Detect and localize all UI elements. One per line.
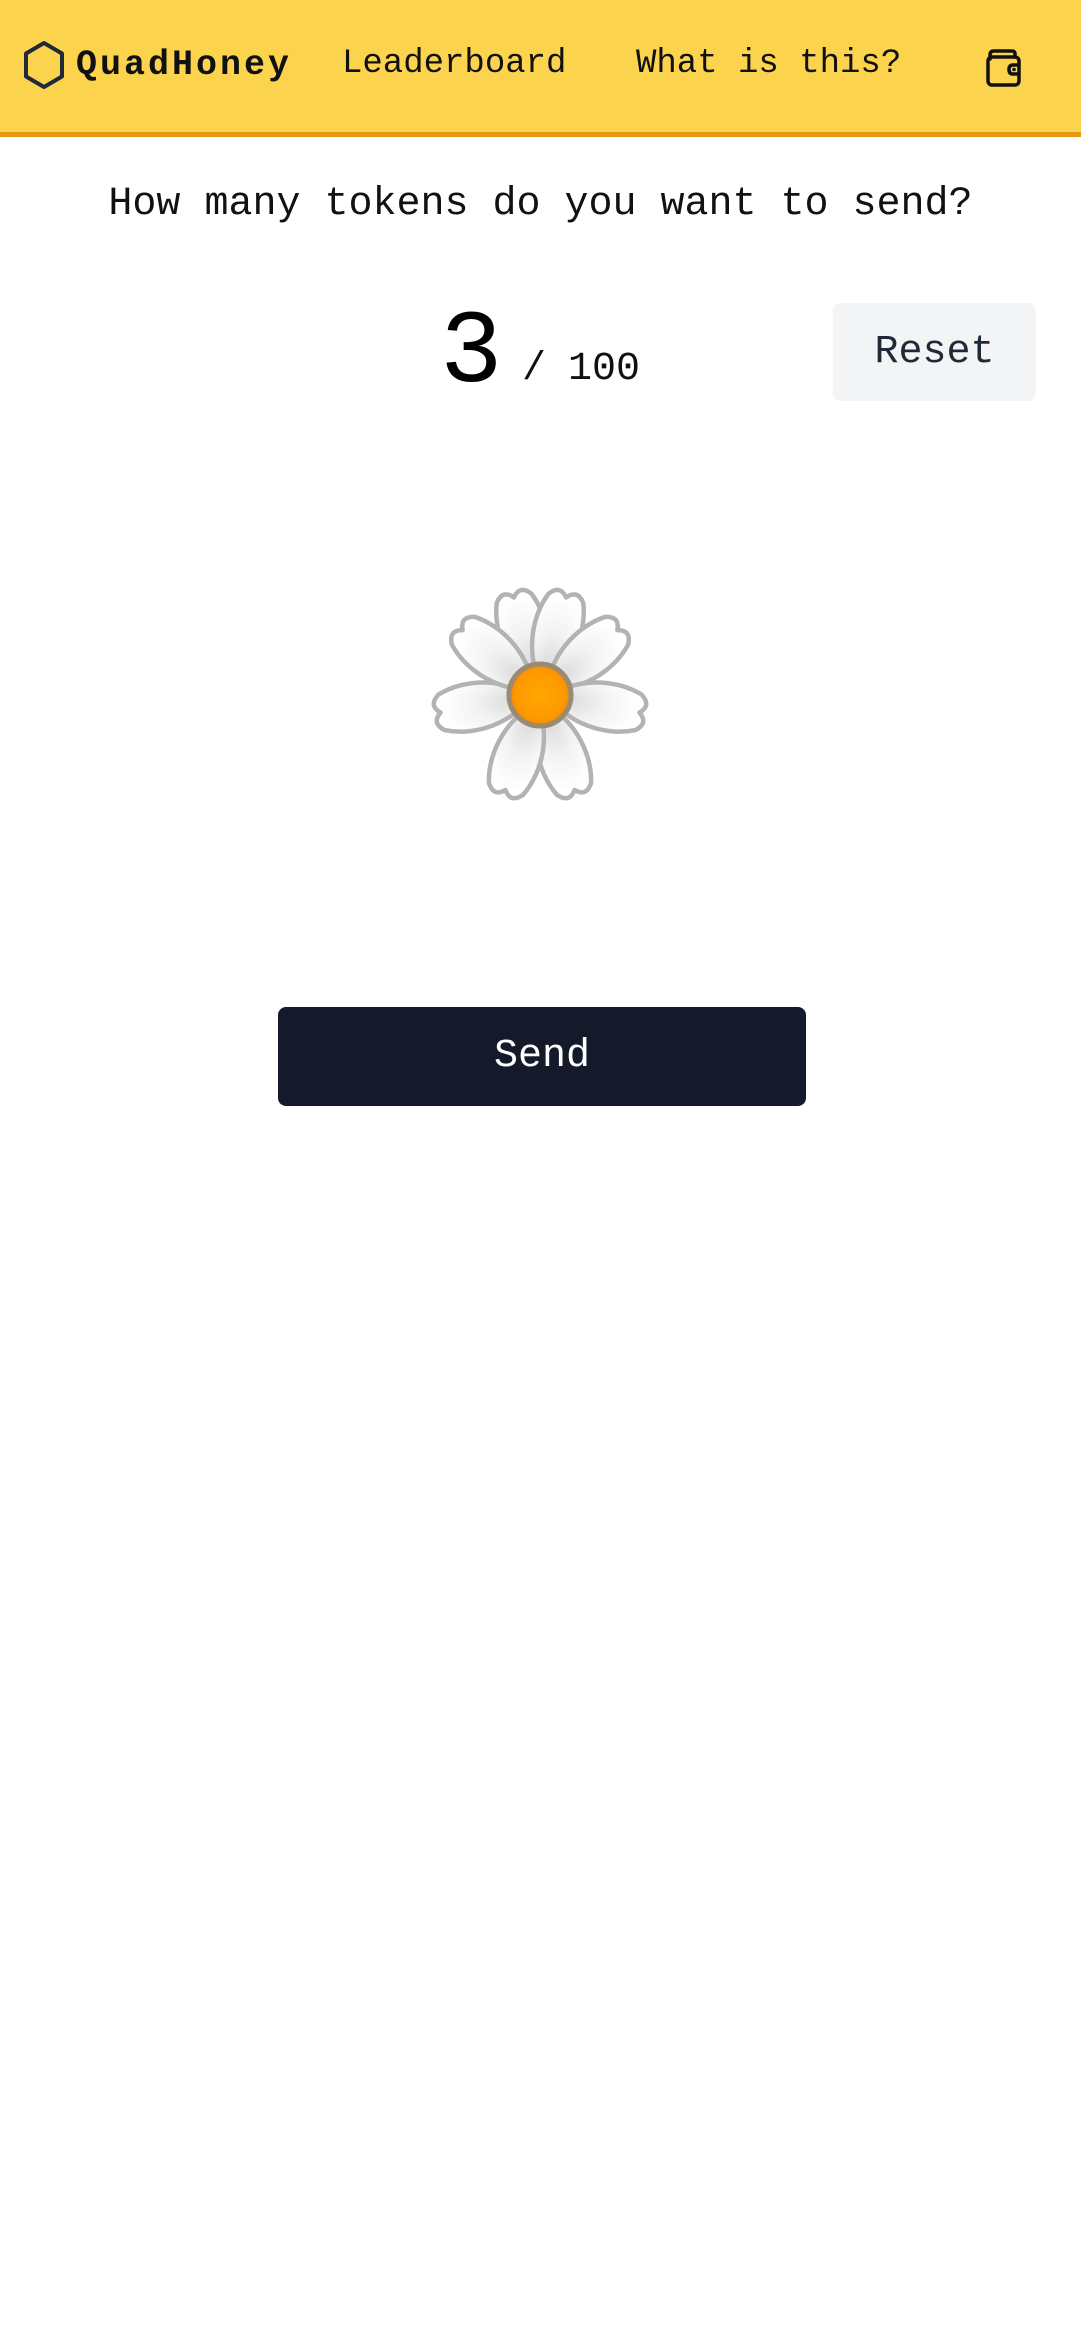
wallet-button[interactable] [980, 42, 1030, 92]
brand[interactable]: QuadHoney [22, 30, 292, 100]
daisy-icon [431, 587, 649, 801]
nav-leaderboard-link[interactable]: Leaderboard [342, 44, 566, 84]
send-button[interactable]: Send [278, 1007, 806, 1106]
nav-what-is-this-link[interactable]: What is this? [636, 44, 901, 84]
token-count-max: 100 [568, 347, 641, 392]
token-count-separator: / [522, 347, 547, 392]
send-prompt: How many tokens do you want to send? [108, 182, 973, 227]
hexagon-icon [24, 41, 64, 89]
wallet-icon [986, 49, 1021, 87]
brand-name: QuadHoney [76, 45, 293, 85]
daisy-flower-button[interactable] [420, 580, 660, 810]
token-count-value: 3 [440, 295, 503, 413]
top-navbar: QuadHoney Leaderboard What is this? [0, 0, 1081, 137]
reset-button[interactable]: Reset [833, 303, 1036, 401]
